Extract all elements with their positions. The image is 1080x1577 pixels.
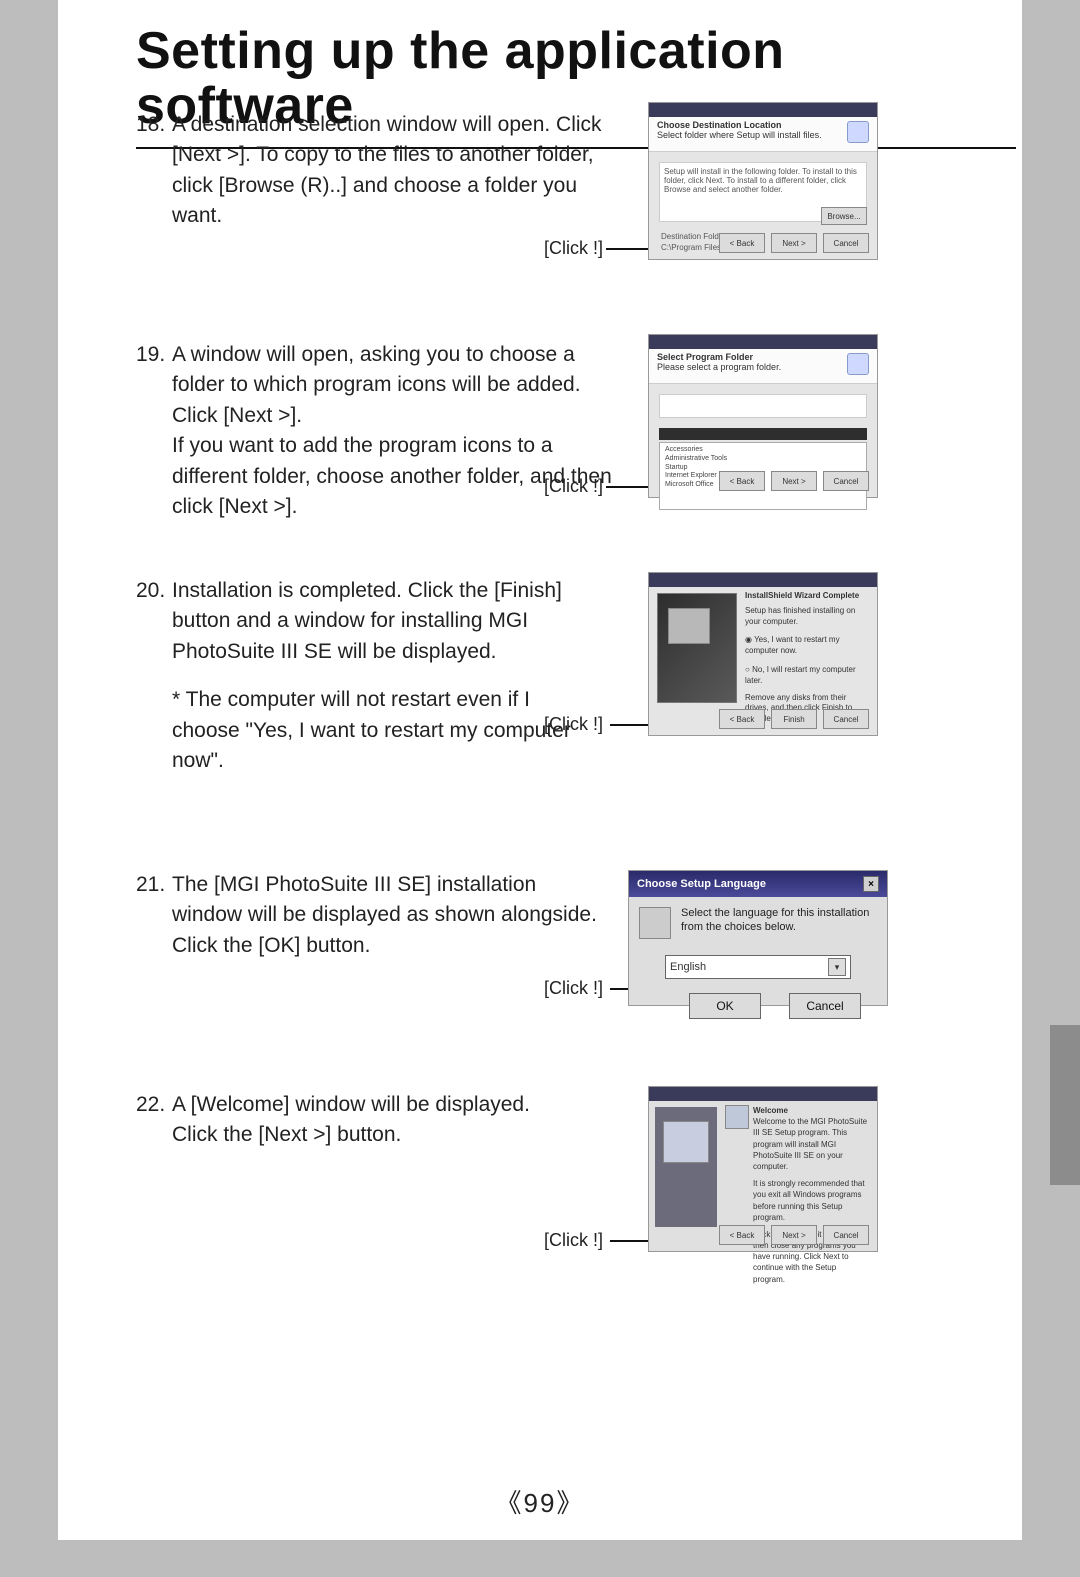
d21-row: Select the language for this installatio… [629, 897, 887, 949]
info-icon [847, 353, 869, 375]
d20-radio-no[interactable]: ○ No, I will restart my computer later. [745, 665, 869, 687]
d18-next-button[interactable]: Next > [771, 233, 817, 253]
d20-buttons: < Back Finish Cancel [649, 709, 877, 729]
step-18-text: A destination selection window will open… [172, 110, 612, 232]
page-number: 《99》 [58, 1483, 1022, 1520]
click-label-22: [Click !] [544, 1230, 603, 1251]
d20-back-button[interactable]: < Back [719, 709, 765, 729]
screenshot-21: Choose Setup Language × Select the langu… [628, 870, 888, 1006]
d19-titlebar [649, 335, 877, 349]
manual-page: Setting up the application software 18.A… [0, 0, 1080, 1577]
d20-cancel-button[interactable]: Cancel [823, 709, 869, 729]
d18-subheader: Choose Destination Location Select folde… [649, 117, 877, 152]
d18-browse-button[interactable]: Browse... [821, 207, 867, 225]
d21-language-combo[interactable]: English ▾ [665, 955, 851, 979]
step-22-text: A [Welcome] window will be displayed. Cl… [172, 1090, 612, 1151]
step-22-number: 22. [136, 1090, 172, 1120]
screenshot-22: Welcome Welcome to the MGI PhotoSuite II… [648, 1086, 878, 1252]
d19-next-button[interactable]: Next > [771, 471, 817, 491]
d22-cancel-button[interactable]: Cancel [823, 1225, 869, 1245]
d22-app-icon [725, 1105, 749, 1129]
step-21-number: 21. [136, 870, 172, 900]
d19-input[interactable] [659, 394, 867, 418]
step-20-text: Installation is completed. Click the [Fi… [172, 576, 612, 667]
screenshot-19: Select Program Folder Please select a pr… [648, 334, 878, 498]
d20-title: InstallShield Wizard Complete [745, 591, 869, 602]
d20-body: Setup has finished installing on your co… [745, 606, 855, 626]
page-number-value: 99 [524, 1488, 557, 1518]
d22-body1: Welcome to the MGI PhotoSuite III SE Set… [753, 1116, 869, 1172]
d21-titlebar: Choose Setup Language × [629, 871, 887, 897]
d18-titlebar [649, 103, 877, 117]
d21-ok-button[interactable]: OK [689, 993, 761, 1019]
d19-selected-band [659, 428, 867, 440]
click-label-18: [Click !] [544, 238, 603, 259]
chevron-down-icon: ▾ [828, 958, 846, 976]
d20-wizard-image [657, 593, 737, 703]
d20-titlebar [649, 573, 877, 587]
screenshot-20: InstallShield Wizard Complete Setup has … [648, 572, 878, 736]
info-icon [847, 121, 869, 143]
d22-titlebar [649, 1087, 877, 1101]
step-22: 22.A [Welcome] window will be displayed.… [136, 1090, 612, 1151]
step-21-text: The [MGI PhotoSuite III SE] installation… [172, 870, 612, 961]
page-inner: Setting up the application software 18.A… [58, 0, 1022, 1540]
d19-sub: Please select a program folder. [657, 362, 781, 372]
d18-buttons: < Back Next > Cancel [649, 233, 877, 253]
d21-cancel-button[interactable]: Cancel [789, 993, 861, 1019]
d20-radio-yes[interactable]: ◉ Yes, I want to restart my computer now… [745, 635, 869, 657]
d19-cancel-button[interactable]: Cancel [823, 471, 869, 491]
d21-message: Select the language for this installatio… [681, 907, 877, 939]
d20-finish-button[interactable]: Finish [771, 709, 817, 729]
close-icon[interactable]: × [863, 876, 879, 892]
step-20: 20.Installation is completed. Click the … [136, 576, 612, 777]
step-21: 21.The [MGI PhotoSuite III SE] installat… [136, 870, 612, 961]
screenshot-18: Choose Destination Location Select folde… [648, 102, 878, 260]
d19-buttons: < Back Next > Cancel [649, 471, 877, 491]
step-18-number: 18. [136, 110, 172, 140]
d22-buttons: < Back Next > Cancel [649, 1225, 877, 1245]
d22-next-button[interactable]: Next > [771, 1225, 817, 1245]
d18-back-button[interactable]: < Back [719, 233, 765, 253]
d22-side-image [655, 1107, 717, 1227]
d22-body2: It is strongly recommended that you exit… [753, 1178, 869, 1223]
step-20-number: 20. [136, 576, 172, 606]
d21-buttons: OK Cancel [629, 979, 887, 1031]
d21-title: Choose Setup Language [637, 878, 766, 890]
step-18: 18.A destination selection window will o… [136, 110, 612, 232]
d19-subheader: Select Program Folder Please select a pr… [649, 349, 877, 384]
d18-cancel-button[interactable]: Cancel [823, 233, 869, 253]
d19-back-button[interactable]: < Back [719, 471, 765, 491]
click-label-21: [Click !] [544, 978, 603, 999]
step-19: 19.A window will open, asking you to cho… [136, 340, 612, 523]
d22-back-button[interactable]: < Back [719, 1225, 765, 1245]
d22-text: Welcome Welcome to the MGI PhotoSuite II… [753, 1105, 869, 1285]
d20-right-text: InstallShield Wizard Complete Setup has … [745, 591, 869, 725]
globe-icon [639, 907, 671, 939]
click-label-20: [Click !] [544, 714, 603, 735]
step-19-number: 19. [136, 340, 172, 370]
d21-language-value: English [670, 961, 706, 973]
step-20-note: * The computer will not restart even if … [172, 685, 572, 776]
d18-sub: Select folder where Setup will install f… [657, 130, 822, 140]
d22-title: Welcome [753, 1106, 788, 1115]
click-label-19: [Click !] [544, 476, 603, 497]
side-tab [1050, 1025, 1080, 1185]
